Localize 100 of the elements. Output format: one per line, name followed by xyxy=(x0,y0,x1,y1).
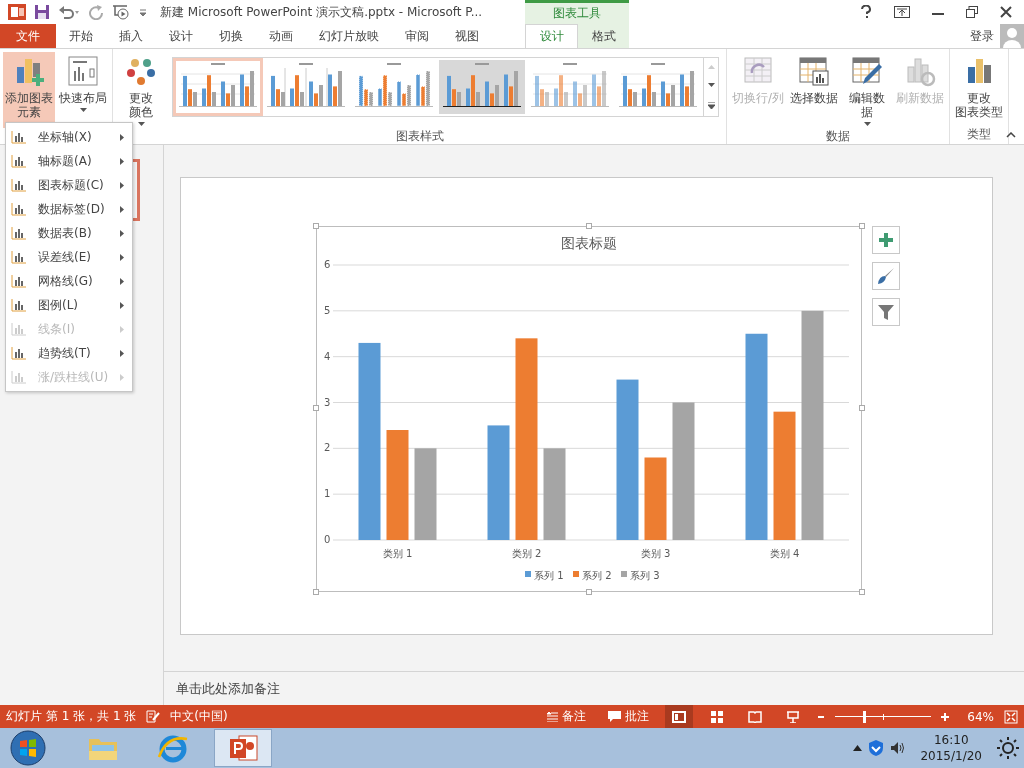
redo-icon[interactable] xyxy=(88,4,104,20)
legend-label: 系列 1 xyxy=(534,570,564,581)
ribbon-tab[interactable]: 开始 xyxy=(56,24,106,48)
axis-tick-label: 6 xyxy=(324,259,331,270)
submenu-arrow-icon xyxy=(120,229,124,237)
slideshow-icon[interactable] xyxy=(112,4,130,20)
shield-icon[interactable] xyxy=(868,739,885,757)
submenu-arrow-icon xyxy=(120,277,124,285)
ribbon-tab[interactable]: 切换 xyxy=(206,24,256,48)
resize-handle[interactable] xyxy=(313,223,319,229)
menu-item[interactable]: 图例(L) xyxy=(6,293,132,317)
ribbon-button[interactable]: 更改 颜色 xyxy=(116,52,166,128)
language-indicator[interactable]: 中文(中国) xyxy=(170,708,228,725)
ribbon-tab[interactable]: 动画 xyxy=(256,24,306,48)
resize-handle[interactable] xyxy=(859,405,865,411)
save-icon[interactable] xyxy=(34,4,50,20)
chart-area[interactable]: 图表标题 0 1 2 3 4 5 6 类别 1 类别 2 类别 3 类别 4 系列 1 系列 2 系列 3 xyxy=(316,226,862,592)
menu-item[interactable]: 数据标签(D) xyxy=(6,197,132,221)
app-icon xyxy=(8,4,26,20)
volume-icon[interactable] xyxy=(890,741,907,755)
ribbon-display-icon[interactable] xyxy=(894,6,910,18)
zoom-in-icon[interactable] xyxy=(941,712,950,721)
menu-item[interactable]: 轴标题(A) xyxy=(6,149,132,173)
close-icon[interactable] xyxy=(1000,6,1012,18)
ribbon-tab[interactable]: 文件 xyxy=(0,24,56,48)
chart-filters-button[interactable] xyxy=(872,298,900,326)
plus-icon xyxy=(878,232,894,248)
chart-style-thumbnail[interactable] xyxy=(439,60,525,114)
axis-tick-label: 0 xyxy=(324,534,331,545)
bar-chart-icon xyxy=(11,370,27,384)
axis-tick-label: 1 xyxy=(324,488,331,500)
resize-handle[interactable] xyxy=(313,589,319,595)
brush-icon xyxy=(877,267,895,285)
notes-icon xyxy=(546,711,559,722)
menu-item[interactable]: 数据表(B) xyxy=(6,221,132,245)
spell-check-icon[interactable] xyxy=(146,710,161,723)
ribbon-tab[interactable]: 设计 xyxy=(156,24,206,48)
submenu-arrow-icon xyxy=(120,325,124,333)
resize-handle[interactable] xyxy=(859,589,865,595)
sign-in-link[interactable]: 登录 xyxy=(970,27,994,45)
chart-style-thumbnail[interactable] xyxy=(175,60,261,114)
start-button[interactable] xyxy=(8,728,48,768)
grid-view-icon xyxy=(710,710,725,723)
refresh-data-icon xyxy=(904,55,937,87)
table-pencil-icon xyxy=(851,55,884,87)
clock-time[interactable]: 16:10 xyxy=(933,732,969,748)
ribbon-tab[interactable]: 审阅 xyxy=(392,24,442,48)
view-button[interactable] xyxy=(665,705,694,728)
submenu-arrow-icon xyxy=(120,181,124,189)
category-label: 类别 4 xyxy=(769,548,800,559)
resize-handle[interactable] xyxy=(586,223,592,229)
chart-elements-button[interactable] xyxy=(872,226,900,254)
chart-styles-button[interactable] xyxy=(872,262,900,290)
clock-date[interactable]: 2015/1/20 xyxy=(920,748,982,764)
help-icon[interactable] xyxy=(860,5,872,19)
projector-icon xyxy=(786,710,801,723)
zoom-level[interactable]: 64% xyxy=(967,709,994,724)
table-chart-icon xyxy=(798,55,831,87)
gallery-down-icon[interactable] xyxy=(707,83,715,88)
ribbon-button[interactable]: 选择数据 xyxy=(788,52,841,107)
taskbar-app[interactable] xyxy=(214,729,272,767)
undo-icon[interactable] xyxy=(58,4,80,20)
layout-icon xyxy=(67,55,99,87)
resize-handle[interactable] xyxy=(586,589,592,595)
comments-button[interactable]: 批注 xyxy=(602,708,656,725)
ribbon-button[interactable]: 更改 图表类型 xyxy=(953,52,1006,121)
menu-item[interactable]: 坐标轴(X) xyxy=(6,125,132,149)
ribbon-button[interactable]: 快速布局 xyxy=(57,52,109,114)
show-hidden-icons[interactable] xyxy=(853,745,863,751)
submenu-arrow-icon xyxy=(120,205,124,213)
menu-item[interactable]: 误差线(E) xyxy=(6,245,132,269)
submenu-arrow-icon xyxy=(120,301,124,309)
ribbon-button[interactable]: 添加图表 元素 xyxy=(3,52,55,128)
legend-label: 系列 2 xyxy=(582,570,612,581)
bar-chart-icon xyxy=(11,298,27,312)
ribbon-tab[interactable]: 设计 xyxy=(525,24,578,48)
normal-view-icon xyxy=(672,710,687,723)
brightness-icon[interactable] xyxy=(996,736,1020,760)
filter-icon xyxy=(877,303,895,321)
ribbon-button[interactable]: 编辑数 据 xyxy=(842,52,893,128)
ribbon-tab[interactable]: 插入 xyxy=(106,24,156,48)
resize-handle[interactable] xyxy=(313,405,319,411)
fit-slide-icon[interactable] xyxy=(1004,709,1018,724)
restore-icon[interactable] xyxy=(966,6,978,18)
ribbon-tab[interactable]: 视图 xyxy=(442,24,492,48)
gallery-more-icon[interactable] xyxy=(707,101,715,109)
axis-tick-label: 5 xyxy=(324,304,331,316)
menu-item[interactable]: 趋势线(T) xyxy=(6,341,132,365)
notes-button[interactable]: 备注 xyxy=(540,708,593,725)
resize-handle[interactable] xyxy=(859,223,865,229)
ribbon-tab[interactable]: 格式 xyxy=(578,24,629,48)
bar-chart-icon xyxy=(11,346,27,360)
submenu-arrow-icon xyxy=(120,157,124,165)
ribbon-tab[interactable]: 幻灯片放映 xyxy=(306,24,392,48)
collapse-ribbon-icon[interactable] xyxy=(1006,132,1016,138)
bar-chart-icon xyxy=(11,274,27,288)
group-label: 类型 xyxy=(967,126,992,143)
menu-item[interactable]: 图表标题(C) xyxy=(6,173,132,197)
bar-chart-icon xyxy=(11,130,27,144)
menu-item[interactable]: 网格线(G) xyxy=(6,269,132,293)
